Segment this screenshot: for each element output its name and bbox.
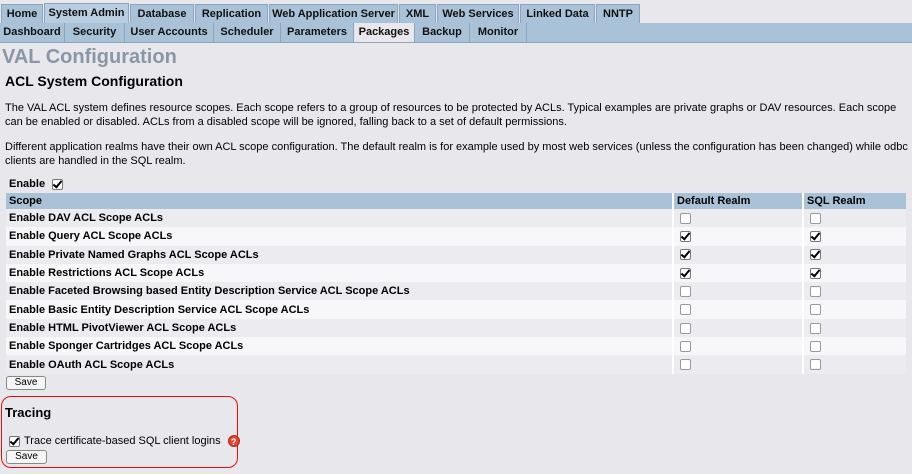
enable-checkbox[interactable] [52, 178, 64, 190]
default-realm-cell [672, 318, 803, 338]
sql-realm-checkbox[interactable] [810, 285, 821, 297]
sql-realm-checkbox[interactable] [810, 322, 821, 334]
default-realm-checkbox[interactable] [680, 212, 691, 224]
tab-xml[interactable]: XML [399, 4, 436, 23]
table-row: Enable Private Named Graphs ACL Scope AC… [6, 245, 906, 264]
enable-label: Enable [9, 178, 46, 190]
sql-realm-cell [802, 355, 906, 374]
table-row: Enable HTML PivotViewer ACL Scope ACLs [6, 318, 906, 338]
page-title: VAL Configuration [2, 46, 177, 68]
default-realm-cell [672, 245, 803, 264]
scope-label: Enable HTML PivotViewer ACL Scope ACLs [6, 318, 673, 338]
default-realm-checkbox[interactable] [680, 322, 691, 334]
subtab-security[interactable]: Security [65, 23, 125, 42]
sql-realm-cell [802, 300, 906, 319]
enable-row: Enable [9, 177, 64, 191]
sql-realm-cell [802, 263, 906, 283]
trace-row: Trace certificate-based SQL client login… [9, 434, 240, 448]
default-realm-cell [672, 337, 803, 356]
sql-realm-cell [802, 209, 906, 228]
table-row: Enable Faceted Browsing based Entity Des… [6, 282, 906, 301]
tracing-save-button[interactable]: Save [6, 450, 47, 464]
sql-realm-cell [802, 282, 906, 301]
sql-realm-checkbox[interactable] [810, 359, 821, 371]
sql-realm-checkbox[interactable] [810, 249, 821, 261]
table-header-row: Scope Default Realm SQL Realm [6, 193, 906, 209]
table-row: Enable Query ACL Scope ACLs [6, 227, 906, 246]
section-title: ACL System Configuration [5, 73, 183, 89]
table-row: Enable Restrictions ACL Scope ACLs [6, 263, 906, 283]
subtab-user-accounts[interactable]: User Accounts [125, 23, 214, 42]
sql-realm-cell [802, 318, 906, 338]
default-realm-cell [672, 263, 803, 283]
scope-label: Enable Sponger Cartridges ACL Scope ACLs [6, 337, 673, 356]
subtab-backup[interactable]: Backup [415, 23, 470, 42]
default-realm-checkbox[interactable] [680, 285, 691, 297]
table-row: Enable OAuth ACL Scope ACLs [6, 355, 906, 374]
acl-scope-table: Scope Default Realm SQL Realm Enable DAV… [6, 193, 906, 374]
default-realm-checkbox[interactable] [680, 267, 691, 279]
tab-database[interactable]: Database [130, 4, 194, 23]
default-realm-cell [672, 300, 803, 319]
scope-label: Enable Faceted Browsing based Entity Des… [6, 282, 673, 301]
sql-realm-checkbox[interactable] [810, 267, 821, 279]
subtab-monitor[interactable]: Monitor [470, 23, 527, 42]
acl-save-button[interactable]: Save [6, 376, 46, 390]
sql-realm-cell [802, 245, 906, 264]
default-realm-checkbox[interactable] [680, 249, 691, 261]
scope-label: Enable OAuth ACL Scope ACLs [6, 355, 673, 374]
tab-nntp[interactable]: NNTP [596, 4, 640, 23]
scope-label: Enable Restrictions ACL Scope ACLs [6, 263, 673, 283]
help-icon[interactable]: ? [227, 435, 240, 447]
scope-label: Enable Query ACL Scope ACLs [6, 227, 673, 246]
sql-realm-checkbox[interactable] [810, 212, 821, 224]
tab-system-admin[interactable]: System Admin [44, 3, 129, 24]
table-row: Enable Basic Entity Description Service … [6, 300, 906, 319]
scope-label: Enable DAV ACL Scope ACLs [6, 209, 673, 228]
table-row: Enable Sponger Cartridges ACL Scope ACLs [6, 337, 906, 356]
default-realm-cell [672, 209, 803, 228]
tracing-title: Tracing [5, 405, 52, 420]
default-realm-cell [672, 282, 803, 301]
subtab-packages[interactable]: Packages [354, 23, 415, 42]
default-realm-checkbox[interactable] [680, 340, 691, 352]
subtab-dashboard[interactable]: Dashboard [0, 23, 65, 42]
tab-web-services[interactable]: Web Services [437, 4, 519, 23]
sql-realm-checkbox[interactable] [810, 231, 821, 243]
header-default-realm: Default Realm [672, 193, 803, 209]
subtab-scheduler[interactable]: Scheduler [214, 23, 281, 42]
tab-home[interactable]: Home [1, 4, 43, 23]
sub-tab-bar: Dashboard Security User Accounts Schedul… [0, 23, 912, 43]
tab-web-application-server[interactable]: Web Application Server [269, 4, 398, 23]
default-realm-checkbox[interactable] [680, 359, 691, 371]
tab-linked-data[interactable]: Linked Data [520, 4, 595, 23]
sql-realm-cell [802, 337, 906, 356]
default-realm-cell [672, 227, 803, 246]
sql-realm-cell [802, 227, 906, 246]
default-realm-cell [672, 355, 803, 374]
default-realm-checkbox[interactable] [680, 231, 691, 243]
main-tab-bar: Home System Admin Database Replication W… [0, 0, 912, 24]
header-sql-realm: SQL Realm [802, 193, 906, 209]
header-scope: Scope [6, 193, 673, 209]
scope-label: Enable Private Named Graphs ACL Scope AC… [6, 245, 673, 264]
table-row: Enable DAV ACL Scope ACLs [6, 209, 906, 228]
description-paragraph-1: The VAL ACL system defines resource scop… [5, 102, 897, 128]
description-paragraph-2: Different application realms have their … [5, 141, 908, 167]
trace-label: Trace certificate-based SQL client login… [24, 435, 221, 447]
trace-checkbox[interactable] [9, 435, 20, 447]
tab-replication[interactable]: Replication [195, 4, 268, 23]
sql-realm-checkbox[interactable] [810, 304, 821, 316]
default-realm-checkbox[interactable] [680, 304, 691, 316]
sql-realm-checkbox[interactable] [810, 340, 821, 352]
scope-label: Enable Basic Entity Description Service … [6, 300, 673, 319]
subtab-parameters[interactable]: Parameters [281, 23, 354, 42]
